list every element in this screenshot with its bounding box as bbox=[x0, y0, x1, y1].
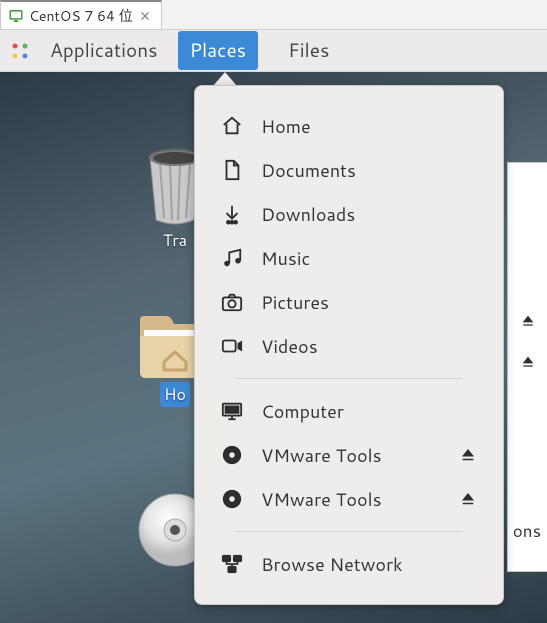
vm-monitor-icon bbox=[9, 9, 23, 23]
eject-icon[interactable] bbox=[459, 446, 477, 464]
document-icon bbox=[221, 159, 243, 181]
menu-label: VMware Tools bbox=[261, 442, 441, 468]
close-icon[interactable] bbox=[139, 10, 151, 22]
right-panel-text: ons bbox=[513, 519, 541, 543]
video-icon bbox=[221, 335, 243, 357]
menu-label: VMware Tools bbox=[261, 486, 441, 512]
menu-item-vmware-tools-2[interactable]: VMware Tools bbox=[195, 477, 503, 521]
home-icon bbox=[221, 115, 243, 137]
vm-tab-bar: CentOS 7 64 位 bbox=[0, 0, 547, 30]
menu-item-documents[interactable]: Documents bbox=[195, 148, 503, 192]
vm-tab[interactable]: CentOS 7 64 位 bbox=[0, 0, 162, 29]
eject-icon[interactable] bbox=[459, 490, 477, 508]
disc-small-icon bbox=[221, 444, 243, 466]
music-icon bbox=[221, 247, 243, 269]
menu-item-vmware-tools-1[interactable]: VMware Tools bbox=[195, 433, 503, 477]
activities-icon[interactable] bbox=[10, 41, 30, 61]
camera-icon bbox=[221, 291, 243, 313]
menu-item-downloads[interactable]: Downloads bbox=[195, 192, 503, 236]
menu-item-browse-network[interactable]: Browse Network bbox=[195, 542, 503, 586]
menu-separator bbox=[235, 531, 463, 532]
menu-label: Computer bbox=[261, 398, 477, 424]
menu-item-home[interactable]: Home bbox=[195, 104, 503, 148]
eject-icon[interactable] bbox=[520, 354, 536, 370]
menu-separator bbox=[235, 378, 463, 379]
download-icon bbox=[221, 203, 243, 225]
right-panel: ons bbox=[507, 162, 547, 572]
menu-item-computer[interactable]: Computer bbox=[195, 389, 503, 433]
menu-label: Downloads bbox=[261, 201, 477, 227]
disc-small-icon bbox=[221, 488, 243, 510]
home-folder-label: Ho bbox=[160, 382, 190, 407]
trash-label: Tra bbox=[163, 229, 187, 252]
menu-item-videos[interactable]: Videos bbox=[195, 324, 503, 368]
places-menu[interactable]: Places bbox=[178, 31, 259, 70]
places-dropdown: Home Documents Downloads Music Pictures … bbox=[194, 85, 504, 605]
gnome-top-bar: Applications Places Files bbox=[0, 30, 547, 72]
vm-tab-title: CentOS 7 64 位 bbox=[29, 6, 133, 26]
menu-label: Home bbox=[261, 113, 477, 139]
app-name-files[interactable]: Files bbox=[288, 37, 329, 64]
desktop: Tra Ho ons Home Docume bbox=[0, 72, 547, 623]
computer-icon bbox=[221, 400, 243, 422]
menu-item-music[interactable]: Music bbox=[195, 236, 503, 280]
menu-label: Browse Network bbox=[261, 551, 477, 577]
menu-label: Videos bbox=[261, 333, 477, 359]
eject-icon[interactable] bbox=[520, 313, 536, 329]
menu-label: Pictures bbox=[261, 289, 477, 315]
menu-item-pictures[interactable]: Pictures bbox=[195, 280, 503, 324]
network-icon bbox=[221, 553, 243, 575]
applications-menu[interactable]: Applications bbox=[38, 31, 170, 70]
menu-label: Documents bbox=[261, 157, 477, 183]
popup-arrow bbox=[213, 72, 237, 86]
menu-label: Music bbox=[261, 245, 477, 271]
